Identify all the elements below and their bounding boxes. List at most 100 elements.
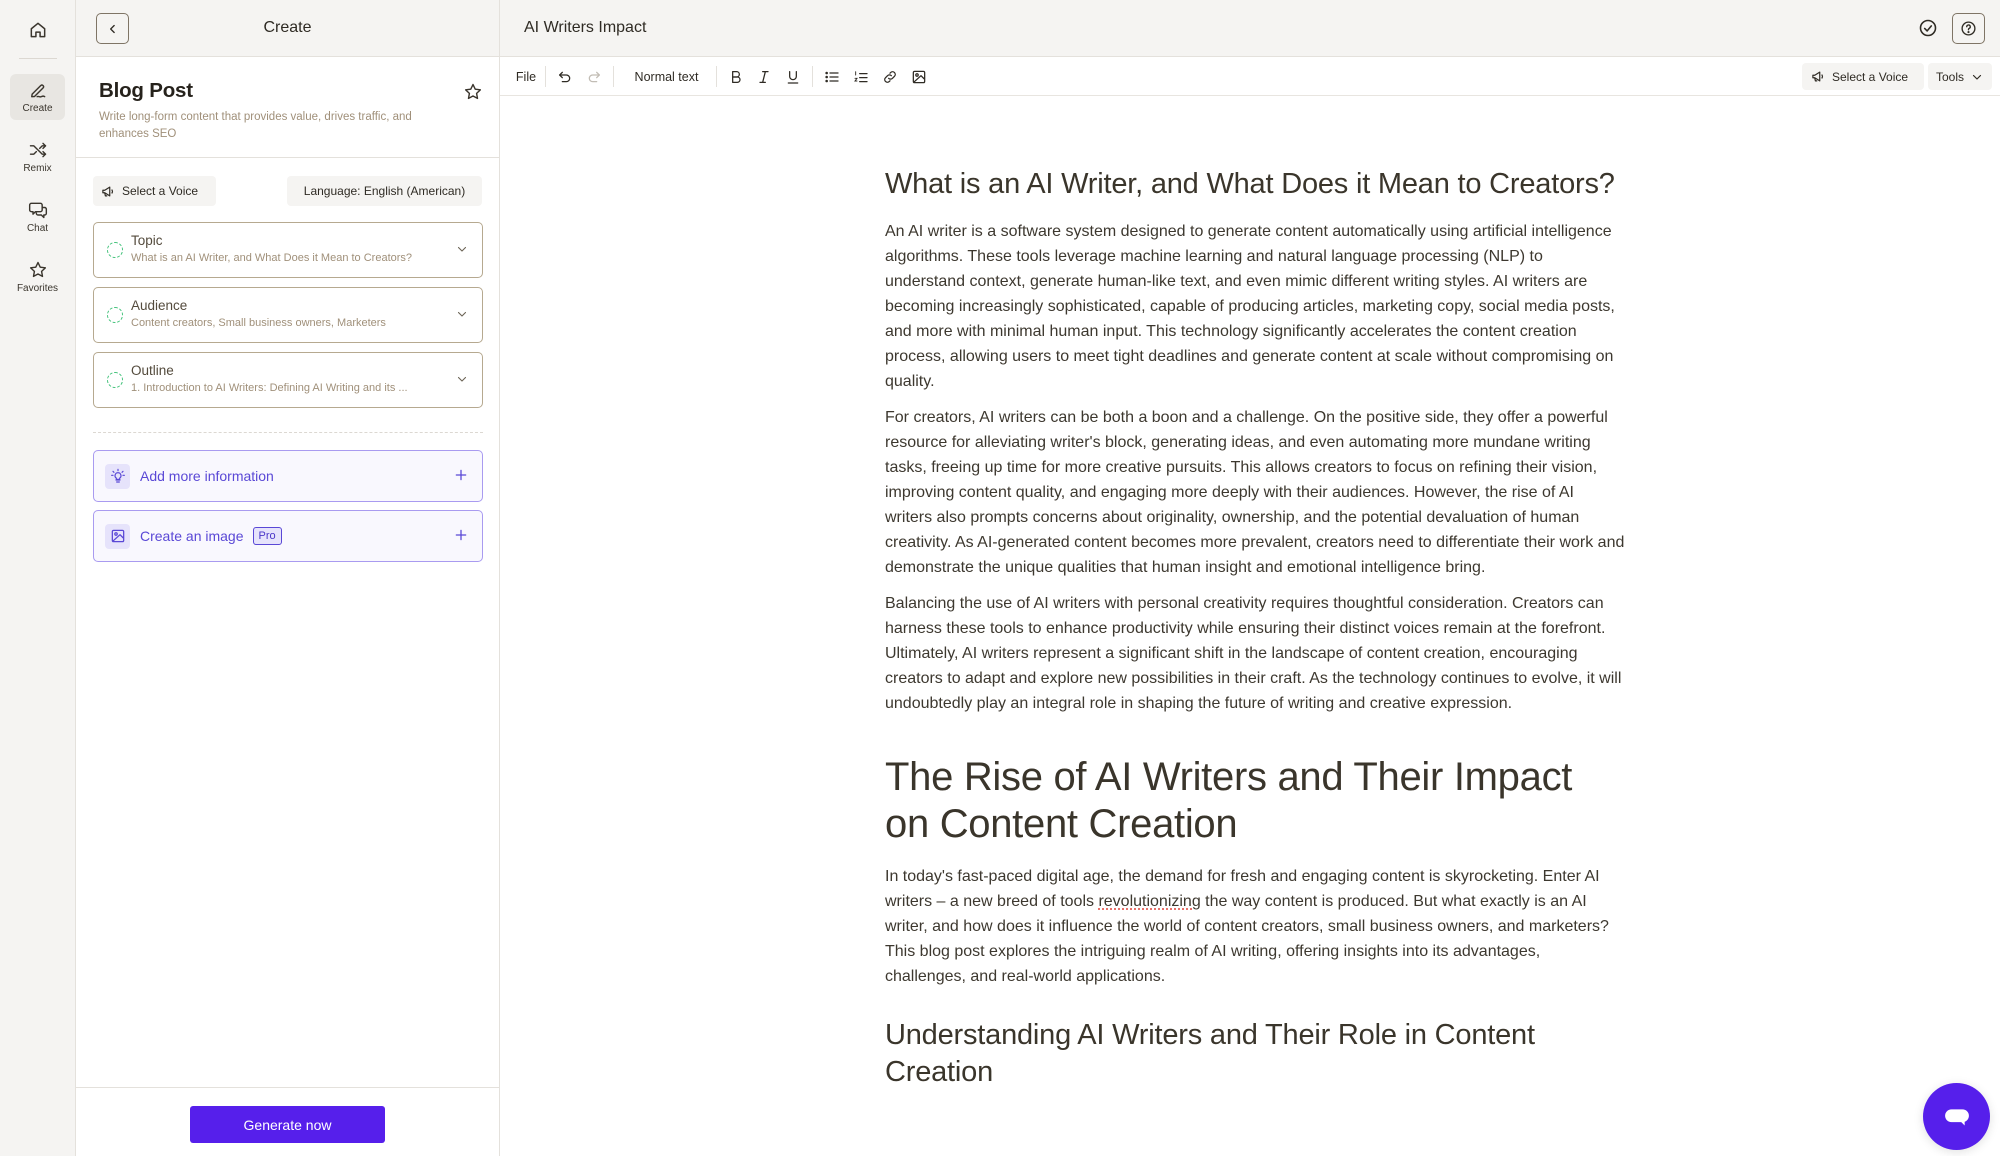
tools-label: Tools	[1936, 69, 1965, 84]
chevron-down-icon	[457, 311, 467, 317]
heading: The Rise of AI Writers and Their Impact …	[885, 755, 1573, 846]
sidebar-item-create[interactable]: Create	[10, 74, 65, 120]
chevron-down-icon	[457, 246, 467, 252]
sidebar-item-label: Favorites	[16, 283, 59, 294]
toolbar-select-voice-button[interactable]: Select a Voice	[1802, 63, 1924, 90]
sidebar-divider	[19, 58, 57, 59]
template-header: Blog Post Write long-form content that p…	[76, 57, 499, 158]
action-label: Add more information	[140, 468, 274, 484]
toolbar-divider	[545, 66, 546, 87]
select-voice-label: Select a Voice	[1832, 69, 1909, 84]
shuffle-icon	[29, 142, 46, 158]
megaphone-icon	[102, 186, 114, 196]
template-description: Write long-form content that provides va…	[99, 111, 412, 140]
create-panel: Create Blog Post Write long-form content…	[76, 0, 500, 1156]
document-title[interactable]: AI Writers Impact	[524, 19, 646, 37]
link-icon	[884, 70, 896, 83]
outline-field[interactable]: Outline 1. Introduction to AI Writers: D…	[93, 352, 483, 408]
home-icon	[30, 22, 46, 38]
paragraph: Balancing the use of AI writers with per…	[885, 595, 1622, 712]
sidebar-item-label: Chat	[26, 223, 49, 234]
help-circle-icon	[1961, 21, 1976, 36]
lightbulb-icon	[105, 463, 130, 489]
undo-button[interactable]	[554, 57, 576, 96]
misspelled-word[interactable]: revolutionizing	[1098, 893, 1200, 910]
editor: AI Writers Impact File Normal text Selec…	[500, 0, 2000, 1156]
underline-button[interactable]	[782, 57, 804, 96]
pen-icon	[30, 84, 45, 98]
undo-icon	[559, 71, 571, 82]
plus-icon	[455, 469, 467, 481]
language-label: Language: English (American)	[303, 184, 466, 198]
bullet-list-icon	[825, 71, 839, 82]
add-more-information-button[interactable]: Add more information	[93, 450, 483, 502]
italic-icon	[759, 70, 769, 83]
tools-dropdown[interactable]: Tools	[1928, 63, 1992, 90]
numbered-list-icon	[854, 70, 868, 82]
editor-header: AI Writers Impact	[500, 0, 2000, 57]
bullet-list-button[interactable]	[821, 57, 843, 96]
image-icon	[105, 523, 130, 549]
link-button[interactable]	[879, 57, 901, 96]
audience-field[interactable]: Audience Content creators, Small busines…	[93, 287, 483, 343]
status-dot-icon	[107, 307, 123, 323]
check-circle-icon[interactable]	[1918, 18, 1938, 38]
select-voice-label: Select a Voice	[122, 184, 199, 198]
sidebar-item-favorites[interactable]: Favorites	[10, 254, 65, 300]
pro-badge: Pro	[252, 527, 282, 545]
voice-language-row: Select a Voice Language: English (Americ…	[93, 176, 482, 206]
help-button[interactable]	[1952, 13, 1985, 44]
star-icon	[29, 261, 46, 278]
panel-title: Create	[263, 19, 312, 36]
field-value: What is an AI Writer, and What Does it M…	[131, 252, 413, 264]
text-style-dropdown[interactable]: Normal text	[624, 57, 709, 96]
plus-icon	[455, 529, 467, 541]
chevron-down-icon	[457, 376, 467, 382]
bold-button[interactable]	[725, 57, 747, 96]
field-value: Content creators, Small business owners,…	[131, 317, 386, 329]
heading: What is an AI Writer, and What Does it M…	[885, 168, 1615, 200]
favorite-star-icon[interactable]	[463, 82, 483, 102]
home-button[interactable]	[22, 16, 54, 44]
numbered-list-button[interactable]	[850, 57, 872, 96]
panel-header: Create	[76, 0, 499, 57]
status-dot-icon	[107, 242, 123, 258]
sidebar-item-chat[interactable]: Chat	[10, 194, 65, 240]
file-menu[interactable]: File	[512, 57, 540, 96]
generate-now-button[interactable]: Generate now	[190, 1106, 385, 1143]
italic-button[interactable]	[753, 57, 775, 96]
icon-sidebar: Create Remix Chat Favorites	[0, 0, 76, 1156]
toolbar-divider	[716, 66, 717, 87]
image-icon	[912, 70, 926, 83]
panel-footer: Generate now	[76, 1087, 499, 1156]
field-label: Outline	[131, 363, 174, 378]
paragraph: For creators, AI writers can be both a b…	[885, 409, 1625, 576]
status-dot-icon	[107, 372, 123, 388]
sidebar-item-label: Remix	[23, 163, 52, 174]
formatting-toolbar: File Normal text Select a Voice Tools	[500, 57, 2000, 96]
insert-image-button[interactable]	[908, 57, 930, 96]
topic-field[interactable]: Topic What is an AI Writer, and What Doe…	[93, 222, 483, 278]
redo-icon	[588, 71, 600, 82]
create-an-image-button[interactable]: Create an image Pro	[93, 510, 483, 562]
sidebar-item-label: Create	[22, 103, 53, 114]
document-body[interactable]: What is an AI Writer, and What Does it M…	[500, 96, 2000, 1156]
chevron-down-icon	[1972, 74, 1982, 80]
document-content[interactable]: What is an AI Writer, and What Does it M…	[885, 166, 1625, 1107]
paragraph: An AI writer is a software system design…	[885, 223, 1615, 390]
select-voice-button[interactable]: Select a Voice	[93, 176, 216, 206]
language-button[interactable]: Language: English (American)	[287, 176, 482, 206]
redo-button[interactable]	[583, 57, 605, 96]
bold-icon	[732, 70, 741, 83]
chat-bubbles-icon	[28, 202, 47, 219]
sidebar-item-remix[interactable]: Remix	[10, 134, 65, 180]
field-label: Audience	[131, 298, 188, 313]
chat-bubble-icon	[1944, 1108, 1969, 1125]
heading: Understanding AI Writers and Their Role …	[885, 1019, 1535, 1088]
section-divider	[93, 432, 483, 433]
toolbar-divider	[613, 66, 614, 87]
support-chat-button[interactable]	[1923, 1083, 1990, 1150]
field-label: Topic	[131, 233, 163, 248]
megaphone-icon	[1812, 71, 1824, 82]
toolbar-divider	[812, 66, 813, 87]
